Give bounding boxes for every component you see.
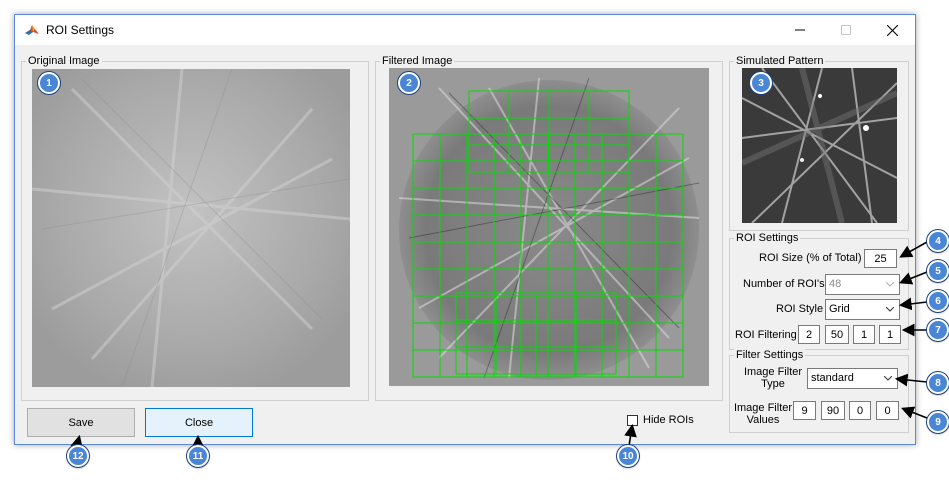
annotation-arrows: [70, 241, 928, 449]
callout-badge-6: 6: [927, 290, 949, 312]
callout-badge-4: 4: [927, 230, 949, 252]
callout-badge-11: 11: [187, 445, 209, 467]
callout-badge-10: 10: [617, 445, 639, 467]
callout-badge-8: 8: [927, 372, 949, 394]
callout-badge-7: 7: [927, 319, 949, 341]
callout-badge-9: 9: [927, 411, 949, 433]
callout-badge-5: 5: [927, 260, 949, 282]
callout-badge-12: 12: [67, 445, 89, 467]
